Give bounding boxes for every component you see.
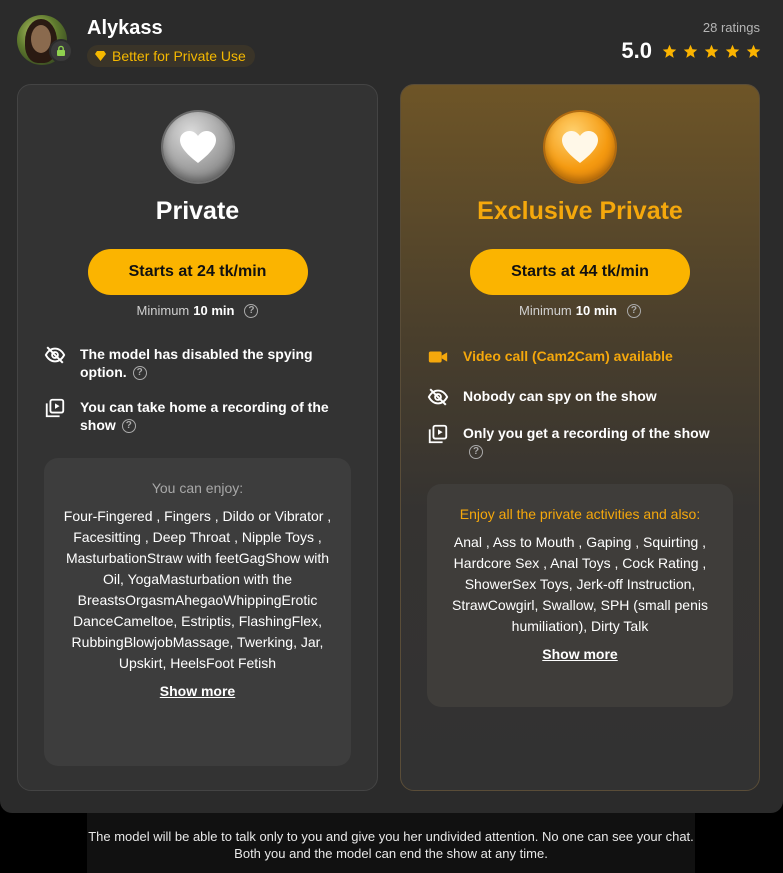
start-exclusive-button[interactable]: Starts at 44 tk/min [470,249,690,295]
feature-item: Nobody can spy on the show [427,387,729,408]
show-more-link[interactable]: Show more [542,646,617,662]
footer-note: The model will be able to talk only to y… [87,813,695,873]
start-private-button[interactable]: Starts at 24 tk/min [87,249,308,295]
feature-item: The model has disabled the spying option… [44,345,347,381]
eye-off-icon [44,346,66,364]
ratings-count: 28 ratings [702,20,760,35]
help-icon[interactable]: ? [626,303,641,318]
show-more-link[interactable]: Show more [160,683,235,699]
recording-icon [428,424,448,444]
help-icon[interactable]: ? [132,366,147,381]
minimum-label: Minimum [519,303,572,318]
feature-item: Video call (Cam2Cam) available [427,347,729,368]
activities-title: You can enjoy: [151,480,244,496]
card-title: Exclusive Private [477,197,683,225]
feature-text: You can take home a recording of the sho… [80,399,329,434]
exclusive-private-card[interactable]: Exclusive Private Starts at 44 tk/min Mi… [400,84,760,791]
activities-title: Enjoy all the private activities and als… [459,506,701,522]
feature-text: Only you get a recording of the show? [463,425,710,460]
card-title: Private [155,197,240,225]
activities-box: You can enjoy: Four-Fingered , Fingers ,… [44,458,351,766]
activities-box: Enjoy all the private activities and als… [427,484,733,707]
rating-value: 5.0 [621,38,652,63]
star-icon [725,44,740,58]
diamond-icon [95,51,106,61]
help-icon[interactable]: ? [121,419,136,434]
help-icon[interactable]: ? [469,445,483,460]
star-icon [704,44,719,58]
lock-icon [49,39,73,63]
star-icon [683,44,698,58]
feature-item: Only you get a recording of the show? [427,424,729,460]
rating-summary: 5.0 [621,38,761,64]
activities-list: Anal , Ass to Mouth , Gaping , Squirting… [452,534,708,634]
minimum-value: 10 min [575,303,617,318]
badge-label: Better for Private Use [112,48,246,64]
minimum-duration: Minimum 10 min ? [401,303,759,318]
private-show-modal: Alykass Better for Private Use 28 rating… [0,0,783,813]
avatar-face [31,25,51,53]
private-show-card[interactable]: Private Starts at 24 tk/min Minimum 10 m… [17,84,378,791]
minimum-value: 10 min [193,303,235,318]
minimum-label: Minimum [136,303,190,318]
model-name[interactable]: Alykass [87,17,163,40]
heart-icon [545,112,615,182]
minimum-duration: Minimum 10 min ? [18,303,377,318]
feature-text: The model has disabled the spying option… [80,346,313,381]
feature-text: Video call (Cam2Cam) available [463,348,673,364]
heart-icon [162,112,233,182]
activities-list: Four-Fingered , Fingers , Dildo or Vibra… [63,508,332,671]
star-icon [746,44,761,58]
video-camera-icon [428,351,448,363]
better-for-private-badge: Better for Private Use [87,45,255,67]
star-icon [662,44,677,58]
eye-off-icon [427,388,449,406]
help-icon[interactable]: ? [244,303,259,318]
feature-text: Nobody can spy on the show [463,388,657,404]
feature-item: You can take home a recording of the sho… [44,398,347,434]
recording-icon [45,398,65,418]
